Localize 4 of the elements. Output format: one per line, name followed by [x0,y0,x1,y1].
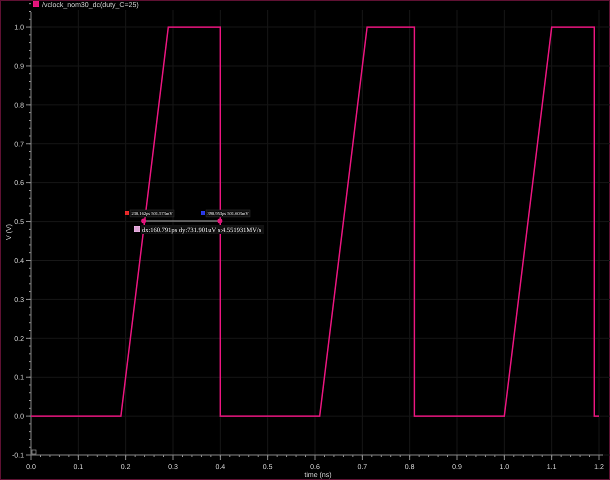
zoom-toggle-icon[interactable] [32,450,36,454]
legend-swatch[interactable] [33,1,39,7]
marker-point[interactable] [141,218,146,224]
marker-point[interactable] [217,218,222,224]
